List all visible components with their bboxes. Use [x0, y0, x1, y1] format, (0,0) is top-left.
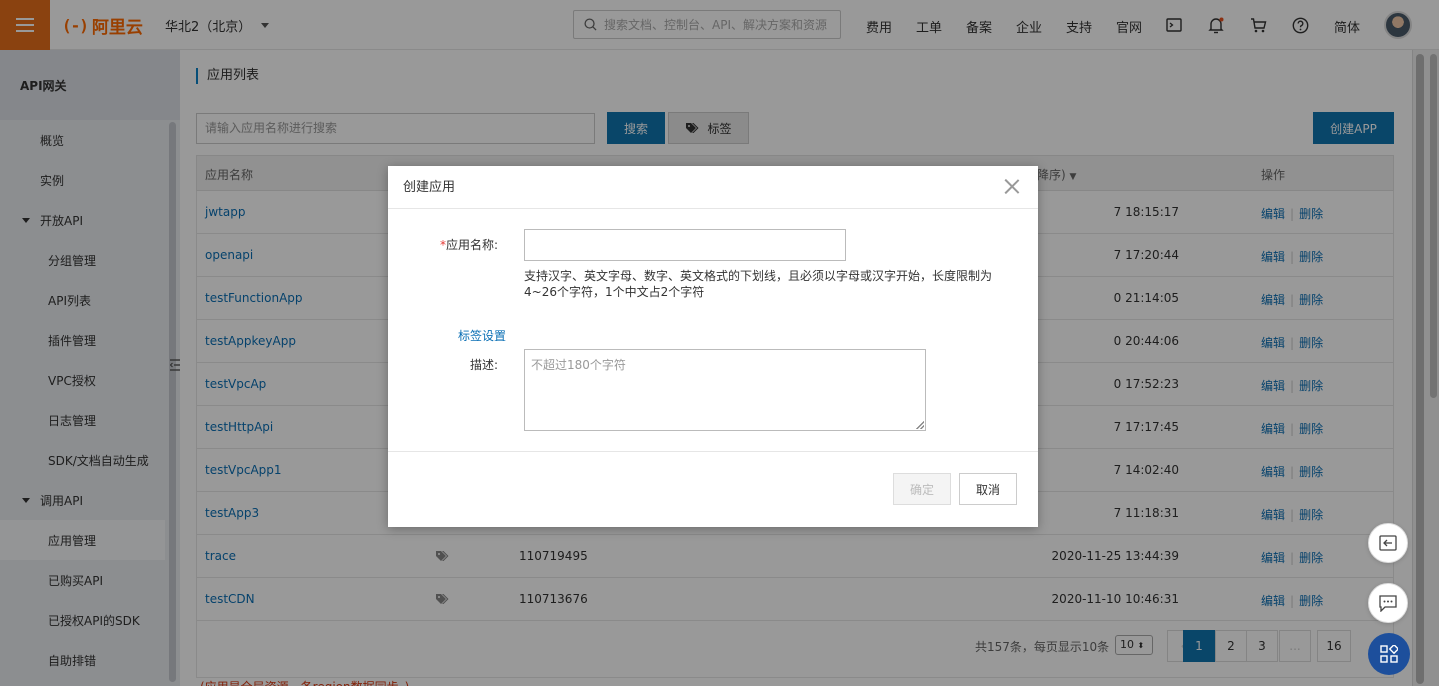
description-textarea[interactable]: 不超过180个字符	[524, 349, 926, 431]
app-name-label-text: 应用名称:	[445, 238, 498, 252]
description-label: 描述:	[469, 358, 498, 372]
app-name-hint: 支持汉字、英文字母、数字、英文格式的下划线，且必须以字母或汉字开始，长度限制为4…	[524, 269, 993, 299]
tag-settings-link[interactable]: 标签设置	[458, 327, 506, 344]
description-placeholder: 不超过180个字符	[531, 358, 626, 372]
resize-handle-icon[interactable]	[916, 421, 924, 429]
dialog-header: 创建应用	[388, 166, 1038, 209]
apps-grid-icon[interactable]	[1368, 633, 1410, 675]
dialog-footer: 确定 取消	[388, 451, 1038, 527]
create-app-dialog: 创建应用 *应用名称: 支持汉字、英文字母、数字、英文格式的下划线，且必须以字母…	[388, 166, 1038, 527]
app-name-label: *应用名称:	[388, 236, 498, 253]
dialog-title: 创建应用	[403, 180, 456, 195]
close-icon[interactable]	[1004, 178, 1020, 194]
cancel-button[interactable]: 取消	[959, 473, 1017, 505]
chat-icon[interactable]	[1368, 583, 1408, 623]
app-name-input[interactable]	[524, 229, 846, 261]
confirm-button[interactable]: 确定	[893, 473, 951, 505]
feedback-icon[interactable]	[1368, 523, 1408, 563]
